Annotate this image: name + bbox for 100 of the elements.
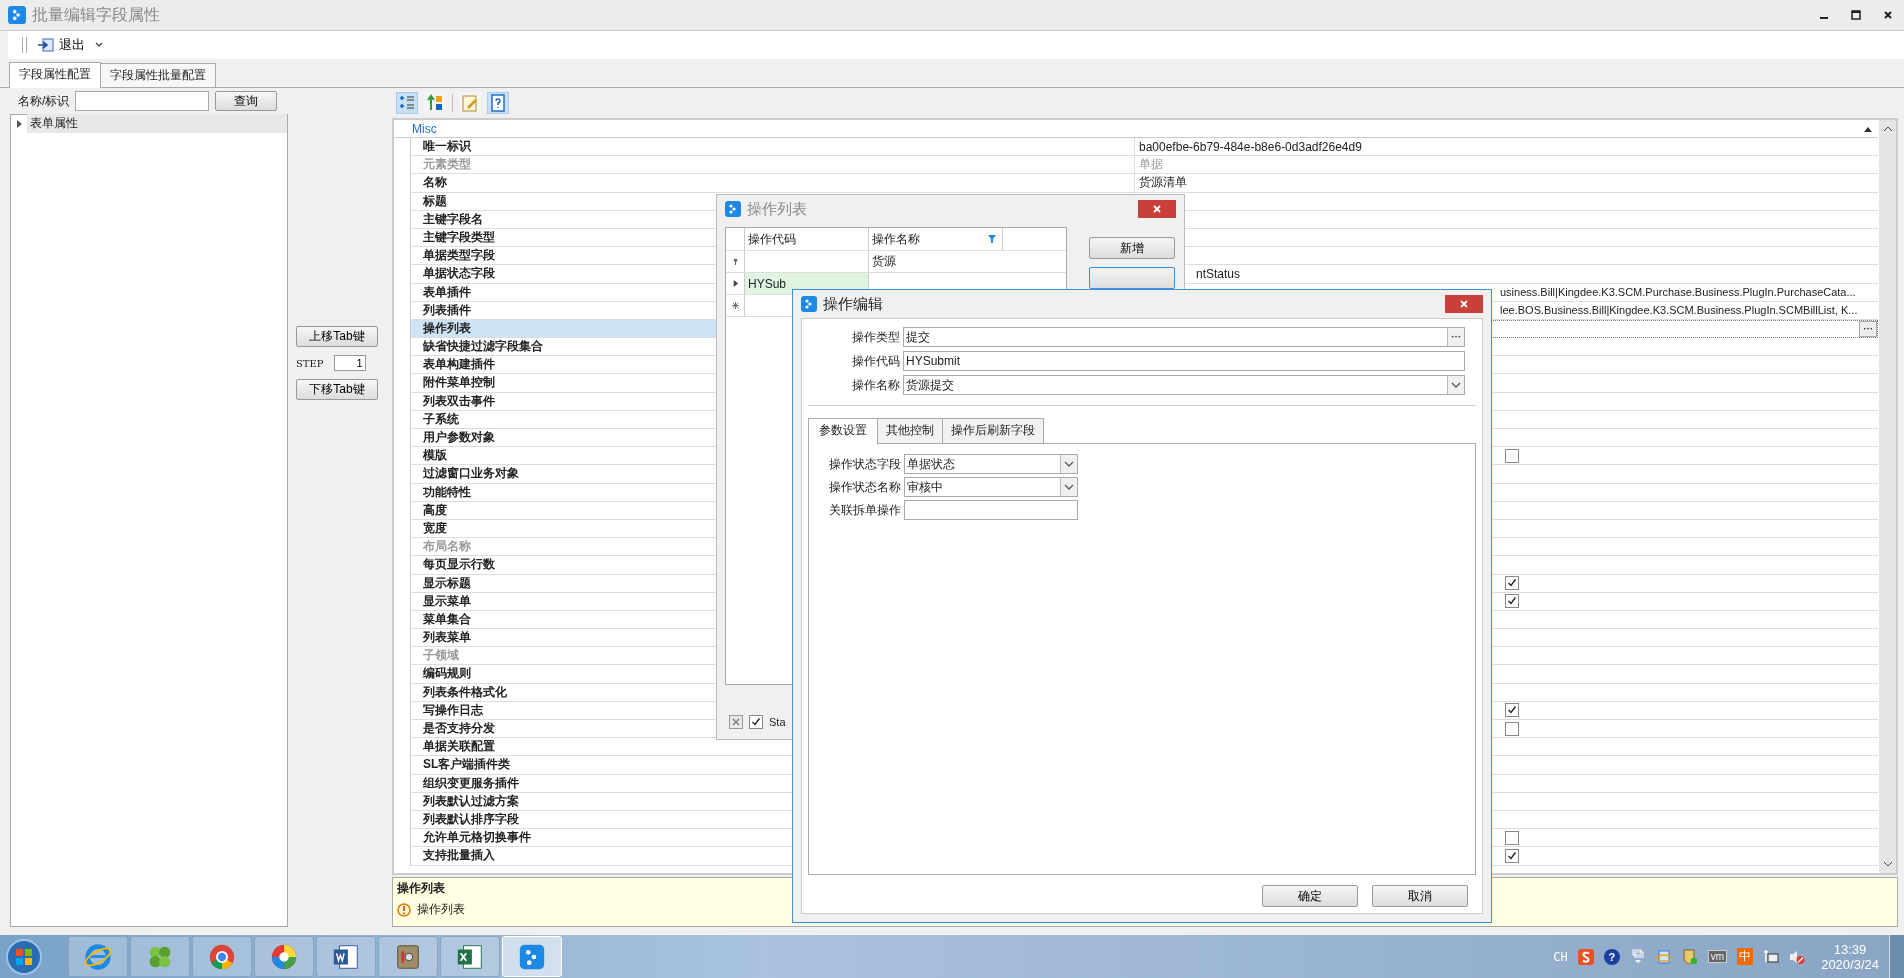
exit-button[interactable]: 退出 [33, 34, 107, 56]
close-icon[interactable] [1882, 9, 1894, 21]
pin-icon [731, 258, 739, 265]
list-button[interactable] [1089, 267, 1175, 289]
collapse-arrow-icon[interactable] [1864, 125, 1872, 132]
categorized-icon[interactable] [396, 92, 418, 114]
field-label: 操作类型 [851, 328, 900, 346]
maximize-icon[interactable] [1850, 9, 1862, 21]
help-icon[interactable] [487, 92, 509, 114]
column-header[interactable]: 操作名称 [869, 228, 982, 250]
new-row-icon [731, 302, 739, 309]
search-field[interactable] [75, 91, 210, 111]
field-label: 关联拆单操作 [828, 501, 901, 519]
property-value: 单据 [1138, 156, 1164, 174]
checkbox[interactable] [1505, 576, 1519, 591]
lookup-field[interactable]: 提交 [903, 327, 1465, 347]
query-button[interactable]: 查询 [215, 91, 278, 111]
ok-button[interactable]: 确定 [1262, 885, 1358, 907]
move-up-button[interactable]: 上移Tab键 [296, 326, 378, 347]
dialog-title: 操作编辑 [823, 294, 883, 314]
field-label: 操作状态名称 [828, 478, 901, 496]
current-row-icon [731, 280, 739, 287]
step-label: STEP [296, 357, 324, 369]
checkbox[interactable] [1505, 848, 1519, 863]
filter-icon[interactable] [988, 235, 996, 243]
move-down-button[interactable]: 下移Tab键 [296, 379, 378, 400]
volume-muted-icon[interactable] [1789, 948, 1806, 965]
ellipsis-button[interactable] [1859, 320, 1877, 337]
network-icon[interactable] [1763, 948, 1780, 965]
vm-tray-icon[interactable]: vm [1707, 950, 1728, 963]
shield-icon[interactable] [1681, 948, 1698, 965]
app-logo-icon [801, 296, 817, 312]
checkbox[interactable] [749, 715, 763, 729]
checkbox[interactable] [1505, 448, 1519, 463]
step-field[interactable]: 1 [333, 355, 366, 371]
field-label: 操作代码 [851, 352, 900, 370]
tree-item[interactable]: 表单属性 [27, 114, 287, 133]
dropdown-field[interactable]: 审核中 [904, 477, 1078, 497]
checkmark-icon [1507, 596, 1517, 607]
property-name[interactable]: 名称 [410, 174, 1134, 193]
close-icon [1152, 204, 1162, 214]
checkbox[interactable] [1505, 594, 1519, 609]
checkbox[interactable] [1505, 830, 1519, 845]
checkbox[interactable] [1505, 703, 1519, 718]
tab[interactable]: 字段属性配置 [9, 62, 101, 88]
taskbar-button[interactable] [378, 936, 438, 977]
property-value: ba00efbe-6b79-484e-b8e6-0d3adf26e4d9 [1138, 139, 1363, 154]
input-method-icon[interactable] [1577, 948, 1594, 965]
tab[interactable]: 其他控制 [877, 418, 943, 443]
ellipsis-icon[interactable] [1451, 335, 1461, 339]
property-value: ntStatus [1195, 266, 1242, 281]
taskbar-button[interactable] [316, 936, 376, 977]
checkmark-icon [751, 717, 761, 727]
column-header[interactable]: 操作代码 [745, 228, 869, 250]
description-title: 操作列表 [397, 880, 445, 897]
app-logo-icon [725, 201, 741, 217]
field-label: 操作状态字段 [828, 455, 901, 473]
close-button[interactable] [1445, 295, 1483, 313]
tab[interactable]: 操作后刷新字段 [942, 418, 1044, 443]
taskbar-button[interactable] [254, 936, 314, 977]
tab[interactable]: 字段属性批量配置 [100, 63, 216, 87]
description-text: 操作列表 [417, 901, 465, 918]
checkbox[interactable] [1505, 721, 1519, 736]
clear-filter-icon[interactable] [729, 715, 743, 729]
globe-window-icon[interactable] [1655, 948, 1672, 965]
tab[interactable]: 参数设置 [808, 418, 878, 444]
taskbar-button[interactable] [192, 936, 252, 977]
start-button[interactable] [4, 936, 44, 977]
info-icon [397, 902, 411, 917]
dropdown-field[interactable]: 货源提交 [903, 375, 1465, 395]
window-title: 批量编辑字段属性 [32, 4, 160, 25]
scroll-down-icon[interactable] [1882, 861, 1893, 867]
checkmark-icon [1507, 578, 1517, 589]
cancel-button[interactable]: 取消 [1372, 885, 1468, 907]
property-value: usiness.Bill|Kingdee.K3.SCM.Purchase.Business.PlugIn.PurchaseCata... [1499, 286, 1857, 299]
checkmark-icon [1507, 850, 1517, 861]
dropdown-field[interactable]: 单据状态 [904, 454, 1078, 474]
property-value: 货源清单 [1138, 174, 1188, 192]
window-switch-icon[interactable] [1629, 948, 1646, 965]
property-name[interactable]: 唯一标识 [410, 138, 1134, 157]
table-cell: 货源 [872, 253, 896, 270]
scroll-up-icon[interactable] [1882, 126, 1893, 132]
checkmark-icon [1507, 705, 1517, 716]
help-icon[interactable]: ? [1603, 948, 1620, 965]
clock-date: 2020/3/24 [1821, 956, 1879, 972]
expand-arrow-icon[interactable] [15, 119, 23, 128]
close-icon [1459, 299, 1469, 309]
category-label: Misc [412, 121, 437, 136]
caret-icon [95, 42, 103, 48]
clock-time: 13:39 [1833, 941, 1867, 957]
dialog-title: 操作列表 [747, 199, 807, 219]
property-value: lee.BOS.Business.Bill|Kingdee.K3.SCM.Business.PlugIn.SCMBillList, K... [1499, 304, 1859, 317]
search-label: 名称/标识 [18, 92, 70, 110]
show-desktop-button[interactable] [1889, 935, 1904, 978]
taskbar-button[interactable] [440, 936, 500, 977]
input-field[interactable] [904, 500, 1078, 520]
close-button[interactable] [1138, 200, 1176, 218]
add-button[interactable]: 新增 [1089, 237, 1175, 259]
scrollbar[interactable] [1879, 120, 1896, 873]
input-field[interactable]: HYSubmit [903, 351, 1465, 371]
